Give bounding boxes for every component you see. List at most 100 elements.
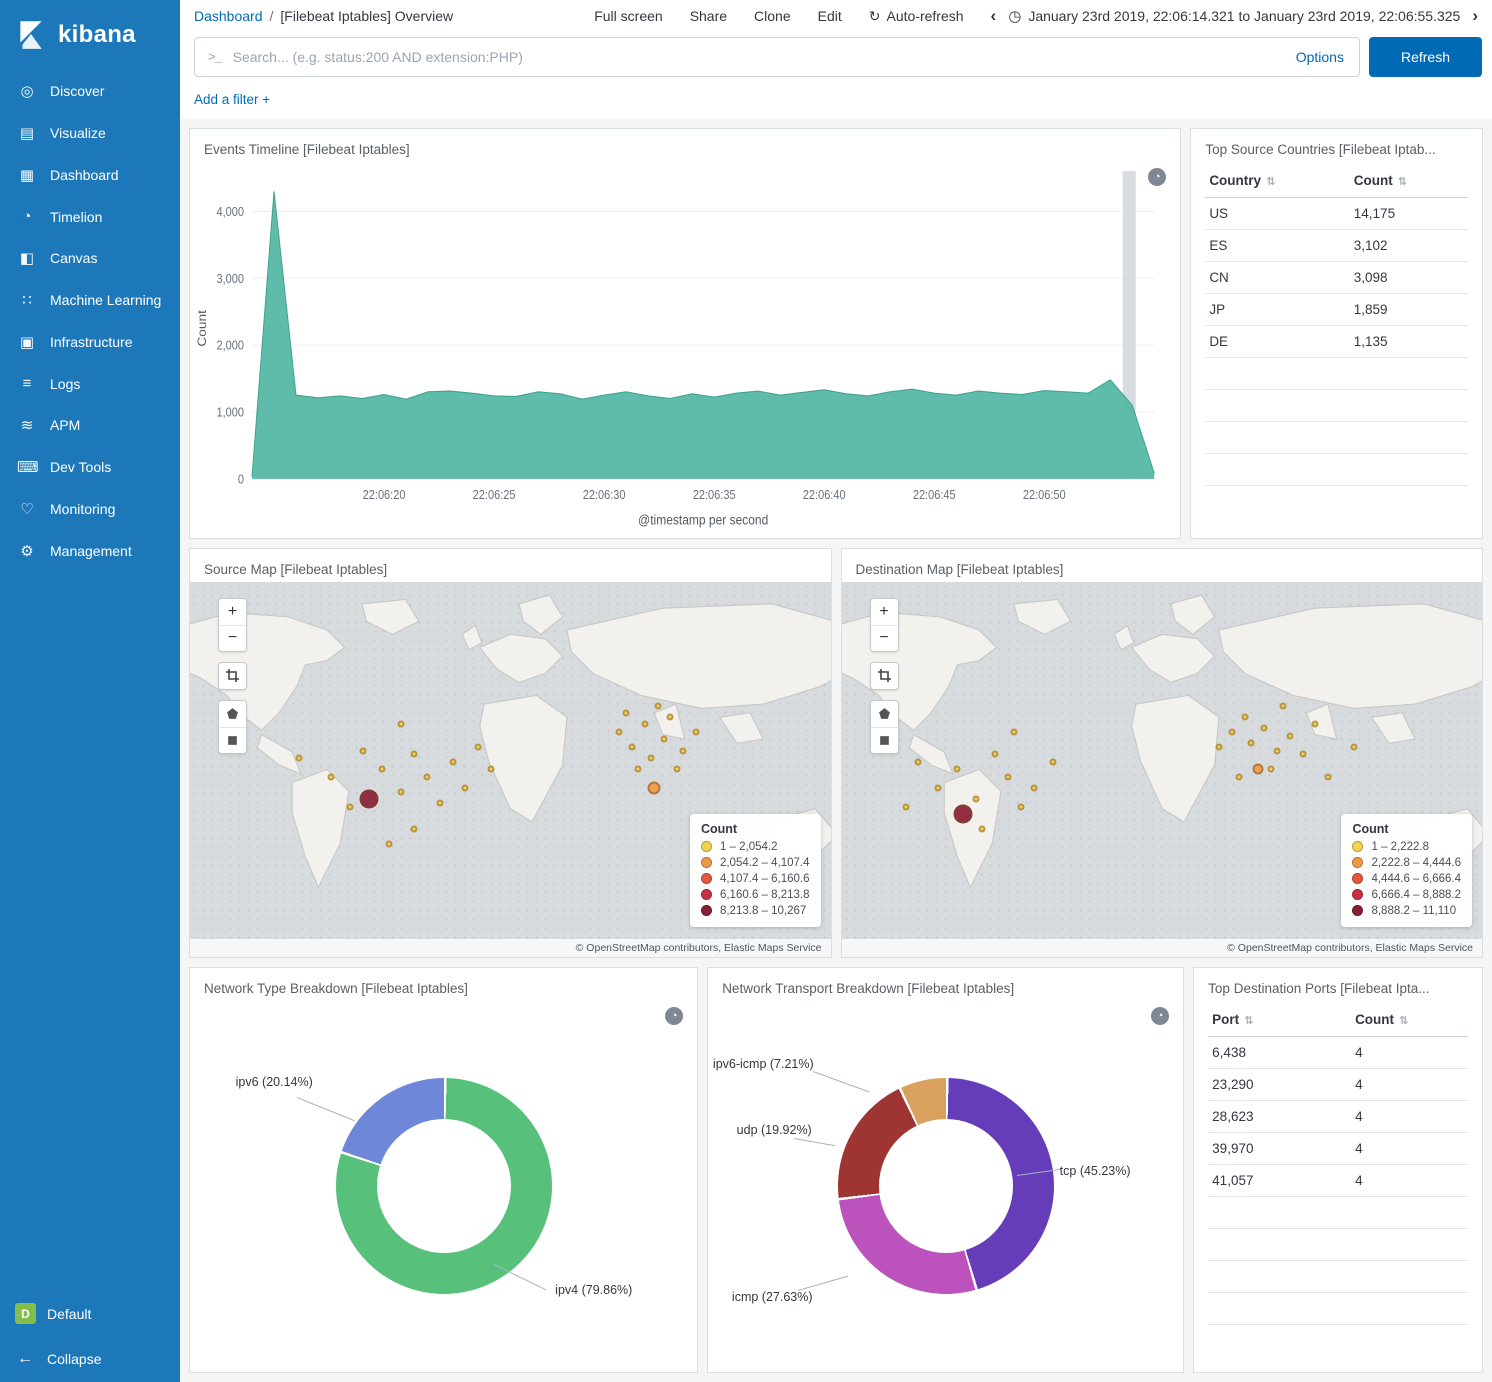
sidebar-item-dev-tools[interactable]: ⌨Dev Tools	[0, 446, 180, 488]
map-marker[interactable]	[1248, 740, 1255, 747]
map-marker[interactable]	[379, 766, 386, 773]
sidebar-item-canvas[interactable]: ◧Canvas	[0, 237, 180, 279]
map-marker[interactable]	[673, 766, 680, 773]
map-marker[interactable]	[398, 721, 405, 728]
sort-icon[interactable]: ⇅	[1399, 1015, 1408, 1027]
map-marker[interactable]	[1299, 751, 1306, 758]
sidebar-item-monitoring[interactable]: ♡Monitoring	[0, 488, 180, 530]
zoom-out-button[interactable]: −	[219, 625, 246, 651]
sidebar-item-apm[interactable]: ≋APM	[0, 404, 180, 446]
column-header-port[interactable]: Port⇅	[1208, 1003, 1351, 1037]
draw-rectangle-icon[interactable]	[219, 727, 246, 753]
map-marker[interactable]	[680, 747, 687, 754]
draw-polygon-icon[interactable]	[219, 701, 246, 727]
map-marker[interactable]	[462, 785, 469, 792]
events-timeline-chart[interactable]: 01,0002,0003,0004,00022:06:2022:06:2522:…	[190, 162, 1180, 538]
draw-polygon-icon[interactable]	[871, 701, 898, 727]
sidebar-item-management[interactable]: ⚙Management	[0, 530, 180, 572]
query-options-link[interactable]: Options	[1296, 49, 1346, 65]
map-marker[interactable]	[973, 796, 980, 803]
map-marker[interactable]	[1252, 764, 1263, 775]
time-back-chevron[interactable]: ‹	[991, 6, 997, 26]
map-marker[interactable]	[1229, 728, 1236, 735]
map-marker[interactable]	[902, 803, 909, 810]
map-marker[interactable]	[1216, 743, 1223, 750]
column-header-count[interactable]: Count⇅	[1350, 164, 1468, 198]
map-marker[interactable]	[648, 782, 661, 795]
column-header-count[interactable]: Count⇅	[1351, 1003, 1468, 1037]
map-marker[interactable]	[667, 713, 674, 720]
map-marker[interactable]	[475, 743, 482, 750]
map-marker[interactable]	[411, 751, 418, 758]
refresh-button[interactable]: Refresh	[1369, 37, 1482, 77]
sort-icon[interactable]: ⇅	[1244, 1015, 1253, 1027]
map-marker[interactable]	[1274, 747, 1281, 754]
map-marker[interactable]	[622, 710, 629, 717]
search-input[interactable]	[233, 49, 1285, 65]
map-marker[interactable]	[1235, 773, 1242, 780]
map-marker[interactable]	[411, 826, 418, 833]
sidebar-item-machine-learning[interactable]: ∷Machine Learning	[0, 279, 180, 321]
sidebar-item-visualize[interactable]: ▤Visualize	[0, 112, 180, 154]
zoom-out-button[interactable]: −	[871, 625, 898, 651]
map-marker[interactable]	[295, 755, 302, 762]
map-marker[interactable]	[436, 800, 443, 807]
map-marker[interactable]	[1312, 721, 1319, 728]
map-marker[interactable]	[1017, 803, 1024, 810]
sidebar-collapse-button[interactable]: ← Collapse	[0, 1336, 180, 1382]
map-marker[interactable]	[398, 788, 405, 795]
map-marker[interactable]	[449, 758, 456, 765]
map-marker[interactable]	[1267, 766, 1274, 773]
destination-map[interactable]: + −	[842, 582, 1483, 957]
map-marker[interactable]	[1005, 773, 1012, 780]
auto-refresh-button[interactable]: ↻ Auto-refresh	[869, 8, 964, 25]
map-marker[interactable]	[641, 721, 648, 728]
network-type-donut[interactable]	[336, 1078, 552, 1294]
map-marker[interactable]	[1350, 743, 1357, 750]
map-marker[interactable]	[1011, 728, 1018, 735]
map-marker[interactable]	[1242, 713, 1249, 720]
time-range-picker[interactable]: ◷ January 23rd 2019, 22:06:14.321 to Jan…	[1008, 7, 1460, 25]
share-button[interactable]: Share	[690, 8, 727, 24]
map-marker[interactable]	[915, 758, 922, 765]
map-marker[interactable]	[347, 803, 354, 810]
panel-inspect-icon[interactable]: ◔	[1151, 1007, 1169, 1025]
map-marker[interactable]	[1280, 702, 1287, 709]
map-marker[interactable]	[954, 805, 973, 824]
map-marker[interactable]	[423, 773, 430, 780]
sidebar-item-infrastructure[interactable]: ▣Infrastructure	[0, 321, 180, 363]
map-marker[interactable]	[1325, 773, 1332, 780]
add-filter-link[interactable]: Add a filter +	[194, 92, 270, 107]
map-marker[interactable]	[327, 773, 334, 780]
map-marker[interactable]	[953, 766, 960, 773]
clone-button[interactable]: Clone	[754, 8, 791, 24]
edit-button[interactable]: Edit	[818, 8, 842, 24]
map-marker[interactable]	[1261, 725, 1268, 732]
fit-bounds-icon[interactable]	[219, 663, 246, 689]
sidebar-item-timelion[interactable]: ◔Timelion	[0, 196, 180, 237]
sidebar-item-discover[interactable]: ◎Discover	[0, 70, 180, 112]
breadcrumb-dashboard-link[interactable]: Dashboard	[194, 8, 263, 24]
map-marker[interactable]	[385, 841, 392, 848]
draw-rectangle-icon[interactable]	[871, 727, 898, 753]
map-marker[interactable]	[1049, 758, 1056, 765]
map-marker[interactable]	[1030, 785, 1037, 792]
sidebar-item-dashboard[interactable]: ▦Dashboard	[0, 154, 180, 196]
sort-icon[interactable]: ⇅	[1398, 176, 1407, 188]
time-forward-chevron[interactable]: ›	[1472, 6, 1478, 26]
zoom-in-button[interactable]: +	[871, 599, 898, 625]
map-marker[interactable]	[992, 751, 999, 758]
map-marker[interactable]	[934, 785, 941, 792]
map-marker[interactable]	[360, 790, 379, 809]
map-marker[interactable]	[488, 766, 495, 773]
source-map[interactable]: + −	[190, 582, 831, 957]
zoom-in-button[interactable]: +	[219, 599, 246, 625]
sidebar-item-default-space[interactable]: D Default	[0, 1291, 180, 1336]
sort-icon[interactable]: ⇅	[1266, 176, 1275, 188]
fit-bounds-icon[interactable]	[871, 663, 898, 689]
map-marker[interactable]	[628, 743, 635, 750]
full-screen-button[interactable]: Full screen	[594, 8, 662, 24]
map-marker[interactable]	[660, 736, 667, 743]
panel-inspect-icon[interactable]: ◔	[665, 1007, 683, 1025]
map-marker[interactable]	[616, 728, 623, 735]
